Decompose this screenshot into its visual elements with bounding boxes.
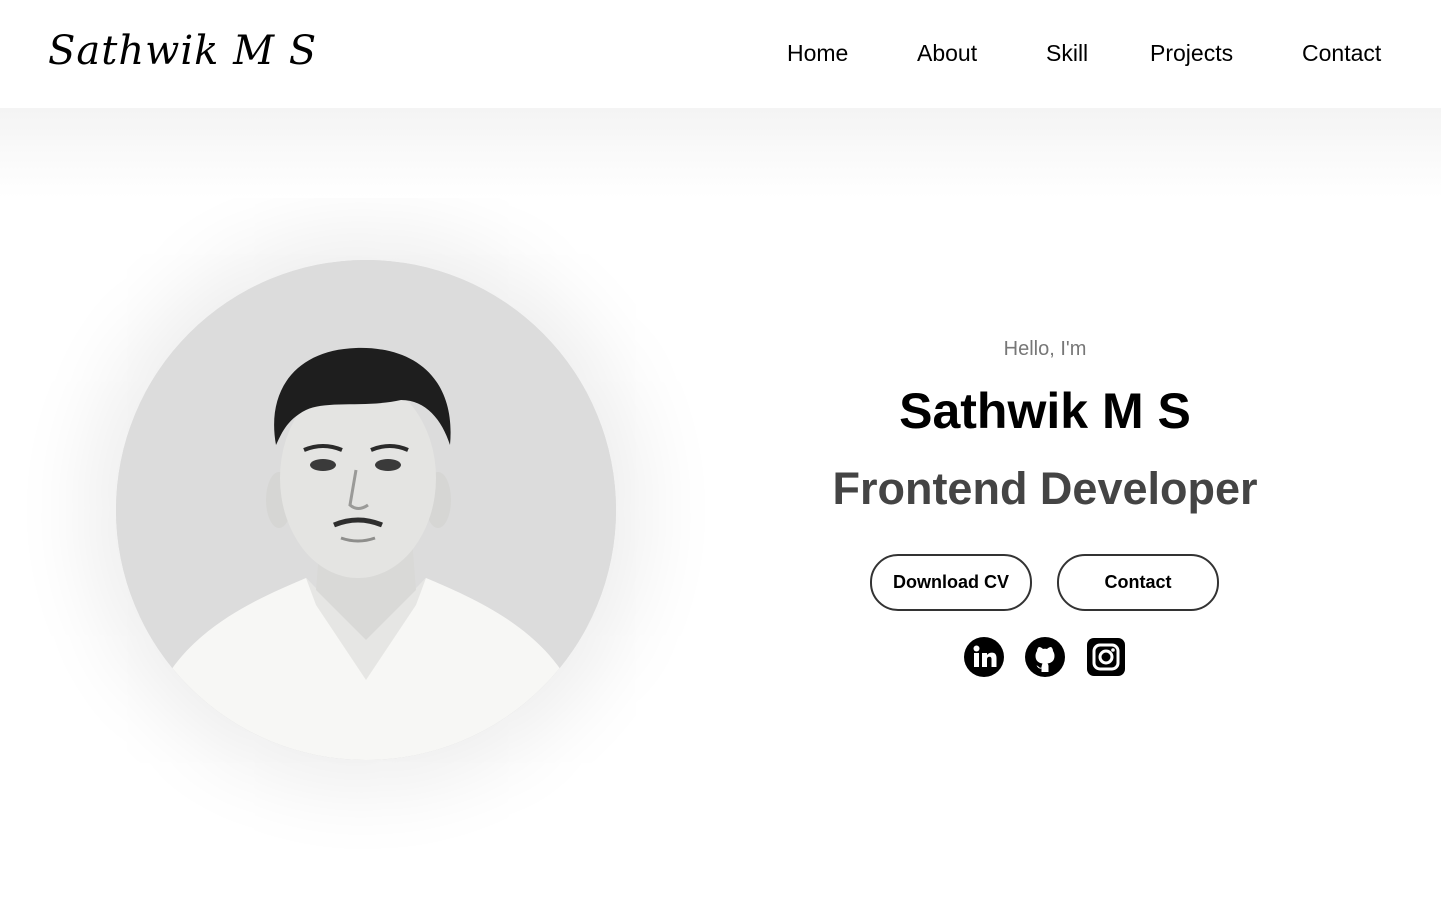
nav-link-about[interactable]: About bbox=[917, 40, 977, 67]
nav-link-home[interactable]: Home bbox=[787, 40, 848, 67]
hero-section: Hello, I'm Sathwik M S Frontend Develope… bbox=[0, 108, 1441, 907]
hero-buttons: Download CV Contact bbox=[790, 554, 1300, 612]
github-icon[interactable] bbox=[1024, 636, 1066, 678]
profile-photo bbox=[116, 260, 616, 760]
contact-button[interactable]: Contact bbox=[1057, 554, 1219, 611]
header-shadow bbox=[0, 108, 1441, 198]
social-links bbox=[790, 636, 1300, 678]
hero-role: Frontend Developer bbox=[832, 463, 1258, 514]
nav-link-projects[interactable]: Projects bbox=[1150, 40, 1233, 67]
hero-greeting: Hello, I'm bbox=[1003, 338, 1087, 360]
linkedin-icon[interactable] bbox=[963, 636, 1005, 678]
nav-link-contact[interactable]: Contact bbox=[1302, 40, 1381, 67]
download-cv-button[interactable]: Download CV bbox=[870, 554, 1032, 611]
nav-link-skill[interactable]: Skill bbox=[1046, 40, 1088, 67]
hero-name: Sathwik M S bbox=[899, 383, 1191, 439]
profile-portrait-image bbox=[116, 260, 616, 760]
nav-links: Home About Skill Projects Contact bbox=[0, 40, 1441, 70]
hero-intro: Hello, I'm Sathwik M S Frontend Develope… bbox=[790, 338, 1300, 516]
instagram-icon[interactable] bbox=[1085, 636, 1127, 678]
navbar: Sathwik M S Home About Skill Projects Co… bbox=[0, 0, 1441, 108]
